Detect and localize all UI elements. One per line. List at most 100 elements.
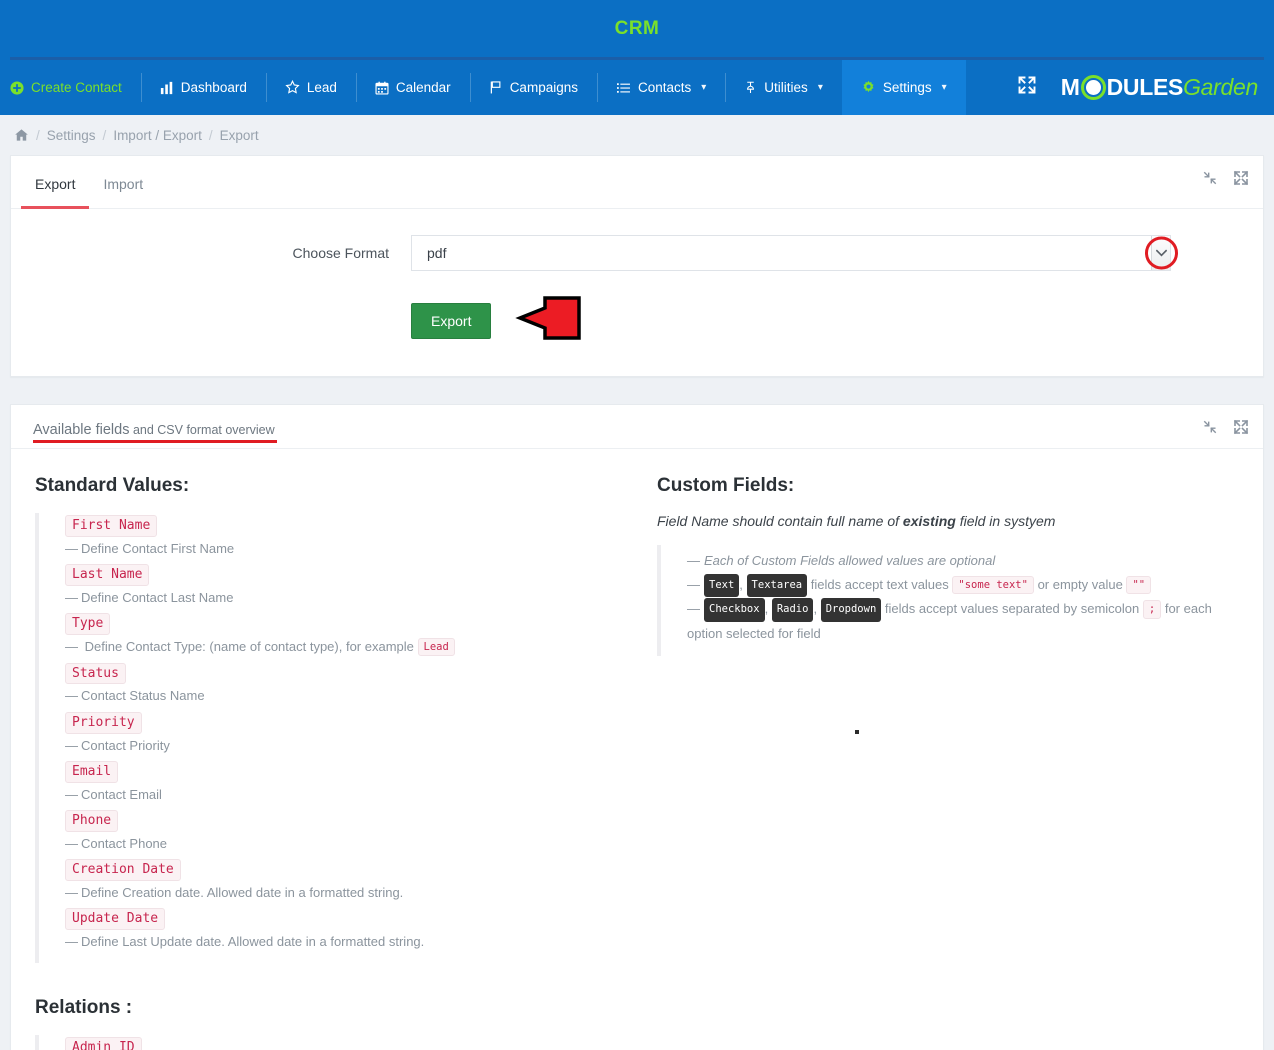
available-fields-panel: Available fields and CSV format overview… [10, 404, 1264, 1050]
breadcrumb-item-export[interactable]: Export [220, 128, 259, 143]
nav-item-create-contact[interactable]: Create Contact [0, 60, 141, 115]
modulesgarden-logo[interactable]: M DULES Garden [1055, 60, 1274, 115]
export-button[interactable]: Export [411, 302, 492, 339]
collapse-icon[interactable] [1203, 171, 1217, 185]
breadcrumb-item-import-export[interactable]: Import / Export [113, 128, 202, 143]
field-desc-text: Contact Priority [81, 737, 170, 753]
field-entry: Status — Contact Status Name [65, 662, 651, 705]
expand-icon[interactable] [1233, 419, 1249, 435]
rule-comma: , [764, 601, 769, 617]
nav-label: Contacts [637, 80, 692, 95]
calendar-icon [375, 81, 389, 95]
expand-icon[interactable] [1233, 170, 1249, 186]
field-code: Priority [65, 712, 142, 734]
custom-rule-line-1: — Each of Custom Fields allowed values ar… [687, 553, 996, 568]
breadcrumb-separator: / [102, 127, 107, 143]
tab-import[interactable]: Import [89, 159, 157, 209]
nav-label: Utilities [764, 80, 808, 95]
cursor-artifact [855, 730, 859, 734]
rule-text: or empty value [1037, 577, 1123, 593]
field-desc: — Define Contact First Name [65, 540, 235, 556]
type-badge-dropdown: Dropdown [820, 598, 882, 622]
fullscreen-toggle-button[interactable] [999, 60, 1055, 115]
export-panel-tabs: Export Import [11, 159, 157, 209]
value-example-empty: "" [1126, 576, 1152, 595]
logo-globe-icon [1080, 75, 1106, 100]
standard-values-list: First Name — Define Contact First Name La… [35, 513, 651, 964]
home-icon[interactable] [14, 128, 29, 142]
nav-item-contacts[interactable]: Contacts ▾ [596, 60, 725, 115]
custom-fields-heading: Custom Fields: [657, 475, 795, 496]
export-panel-header: Export Import [11, 156, 1263, 209]
nav-item-calendar[interactable]: Calendar [355, 60, 470, 115]
type-badge-checkbox: Checkbox [704, 598, 765, 622]
field-desc: — Contact Phone [65, 835, 168, 851]
field-desc-text: Contact Email [81, 786, 162, 802]
field-code: Last Name [65, 564, 150, 586]
field-desc-text: Contact Status Name [81, 688, 205, 704]
breadcrumb-separator: / [36, 127, 40, 143]
main-nav: Create Contact Dashboard Lead Calendar C… [0, 60, 1274, 115]
available-fields-body: Standard Values: First Name — Define Cont… [11, 449, 1263, 1050]
list-icon [616, 81, 631, 95]
value-example-semicolon: ; [1142, 600, 1162, 619]
field-desc: — Contact Email [65, 786, 162, 802]
nav-item-lead[interactable]: Lead [265, 60, 356, 115]
type-badge-textarea: Textarea [746, 574, 808, 598]
available-fields-header: Available fields and CSV format overview [11, 405, 1263, 449]
tab-export[interactable]: Export [21, 159, 90, 209]
field-desc-text: Define Contact Type: (name of contact ty… [84, 638, 414, 654]
breadcrumb-item-settings[interactable]: Settings [47, 128, 96, 143]
field-desc-text: Define Last Update date. Allowed date in… [81, 933, 425, 949]
gear-icon [861, 80, 876, 95]
flag-icon [489, 80, 503, 95]
nav-item-campaigns[interactable]: Campaigns [469, 60, 597, 115]
note-bold: existing [902, 513, 956, 529]
app-title: CRM [614, 18, 660, 39]
title-strong: Available fields [33, 422, 130, 438]
logo-part-3: Garden [1183, 74, 1258, 100]
field-code: Phone [65, 810, 119, 832]
relations-list: Admin ID —Admin ID that is assigned to C… [35, 1035, 651, 1050]
field-entry: Update Date — Define Last Update date. Al… [65, 908, 651, 950]
field-code: Email [65, 761, 119, 783]
custom-fields-rules: — Each of Custom Fields allowed values ar… [657, 545, 1243, 656]
rule-text: fields accept values separated by semico… [884, 601, 1140, 617]
field-desc-text: Define Creation date. Allowed date in a … [81, 884, 404, 900]
collapse-icon[interactable] [1203, 420, 1217, 434]
available-fields-tools [1203, 419, 1249, 435]
annotation-arrow-pointer [515, 295, 583, 346]
field-code: Update Date [65, 908, 166, 930]
export-panel-tools [1203, 170, 1249, 186]
field-entry: Priority — Contact Priority [65, 712, 651, 754]
custom-fields-note: Field Name should contain full name of e… [657, 513, 1243, 529]
field-code: Type [65, 613, 111, 635]
top-navigation-bar: CRM Create Contact Dashboard Lead Calend… [0, 0, 1274, 115]
custom-rule-line-2: — Text, Textarea fields accept text value… [687, 573, 1243, 598]
chevron-down-icon: ▾ [817, 82, 823, 93]
rule-comma: , [813, 601, 818, 617]
export-form: Choose Format pdf csv xls Export [11, 209, 1263, 376]
breadcrumb-separator: / [208, 127, 213, 143]
type-badge-radio: Radio [771, 598, 814, 622]
rule-text: Each of Custom Fields allowed values are… [704, 553, 996, 568]
field-desc: — Define Contact Last Name [65, 589, 234, 605]
custom-fields-column: Custom Fields: Field Name should contain… [651, 471, 1263, 1050]
format-select[interactable]: pdf csv xls [411, 235, 1171, 271]
note-post: field in systyem [955, 513, 1056, 529]
nav-item-dashboard[interactable]: Dashboard [140, 60, 266, 115]
nav-label: Lead [306, 80, 337, 95]
field-desc: — Define Creation date. Allowed date in a… [65, 884, 404, 900]
standard-values-column: Standard Values: First Name — Define Cont… [11, 471, 651, 1050]
nav-item-utilities[interactable]: Utilities ▾ [725, 60, 842, 115]
chevron-down-icon: ▾ [701, 82, 707, 93]
field-entry: Creation Date — Define Creation date. All… [65, 859, 651, 901]
type-badge-text: Text [704, 574, 740, 598]
expand-arrows-icon [1017, 75, 1037, 100]
nav-item-settings[interactable]: Settings ▾ [841, 60, 966, 115]
export-panel: Export Import Choose Format pdf csv [10, 155, 1264, 377]
choose-format-row: Choose Format pdf csv xls [11, 235, 1263, 271]
field-desc-text: Define Contact Last Name [81, 589, 234, 605]
nav-label: Dashboard [180, 80, 247, 95]
pin-icon [744, 80, 757, 95]
